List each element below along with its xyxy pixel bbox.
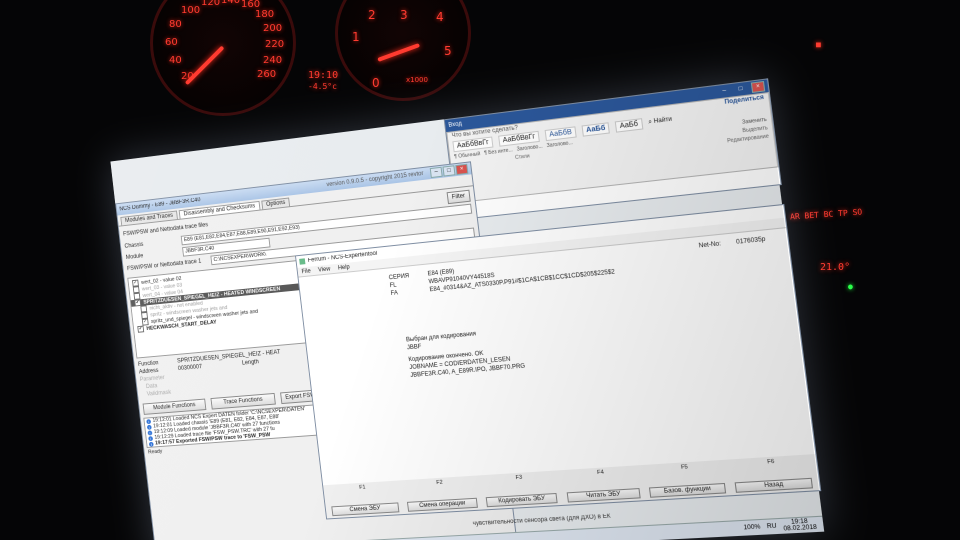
photo-scene: 20 40 60 80 100 120 140 160 180 200 220 … bbox=[0, 0, 960, 540]
fkey-f3: F3 Кодировать ЭБУ bbox=[480, 472, 562, 507]
filter-button[interactable]: Filter bbox=[446, 190, 471, 205]
minimize-icon[interactable]: – bbox=[430, 167, 443, 178]
language-indicator[interactable]: RU bbox=[767, 523, 777, 530]
word-window: Вход – □ × Что вы хотите сделать? Подели… bbox=[444, 78, 782, 220]
info-icon: i bbox=[146, 419, 151, 424]
speedo-tick: 180 bbox=[255, 9, 274, 20]
speedo-tick: 120 bbox=[201, 0, 220, 8]
fkey-f1: F1 Смена ЭБУ bbox=[325, 482, 403, 516]
info-icon: i bbox=[147, 424, 152, 429]
tacho-tick: 1 bbox=[352, 30, 360, 44]
clock-readout: 19:10 bbox=[308, 70, 338, 81]
laptop-screen: Вход – □ × Что вы хотите сделать? Подели… bbox=[110, 79, 824, 540]
data-label: Data bbox=[146, 383, 158, 390]
change-ecu-button[interactable]: Смена ЭБУ bbox=[331, 502, 399, 516]
tacho-tick: 3 bbox=[400, 8, 408, 22]
fkey-f5: F5 Базов. функции bbox=[643, 462, 730, 498]
tacho-tick: 0 bbox=[372, 76, 380, 90]
menu-help[interactable]: Help bbox=[338, 264, 350, 271]
app-icon bbox=[299, 258, 305, 264]
close-icon[interactable]: × bbox=[751, 81, 765, 93]
fkey-f2: F2 Смена операции bbox=[401, 477, 481, 511]
maximize-icon[interactable]: □ bbox=[735, 84, 747, 94]
tachometer: 0 1 2 3 4 5 x1000 bbox=[335, 0, 471, 101]
checkbox[interactable]: ✓ bbox=[137, 326, 144, 333]
clock-date: 08.02.2018 bbox=[783, 525, 817, 533]
speedo-tick: 240 bbox=[263, 55, 282, 66]
maximize-icon[interactable]: □ bbox=[442, 165, 455, 176]
indicator-light: ● bbox=[848, 282, 853, 291]
tacho-needle bbox=[377, 43, 420, 62]
module-functions-button[interactable]: Module Functions bbox=[143, 399, 207, 415]
info-icon: i bbox=[148, 436, 153, 441]
info-icon: i bbox=[149, 441, 154, 446]
speedo-tick: 140 bbox=[221, 0, 240, 6]
zoom-readout: 100% bbox=[743, 524, 761, 531]
climate-temp: 21.0° bbox=[820, 262, 850, 273]
find-button[interactable]: ⌕ Найти bbox=[648, 117, 672, 127]
fkey-f6: F6 Назад bbox=[728, 456, 818, 493]
tacho-tick: 4 bbox=[436, 10, 444, 24]
change-operation-button[interactable]: Смена операции bbox=[407, 498, 477, 512]
speedo-tick: 60 bbox=[165, 37, 178, 48]
menu-view[interactable]: View bbox=[318, 266, 331, 273]
indicator-light: ■ bbox=[816, 40, 821, 49]
read-ecu-button[interactable]: Читать ЭБУ bbox=[566, 488, 640, 503]
code-ecu-button[interactable]: Кодировать ЭБУ bbox=[486, 493, 558, 507]
back-button[interactable]: Назад bbox=[735, 478, 814, 493]
speedo-tick: 80 bbox=[169, 19, 182, 30]
info-icon: i bbox=[147, 430, 152, 435]
tacho-tick: 5 bbox=[444, 44, 452, 58]
signin-link[interactable]: Вход bbox=[448, 121, 462, 129]
basic-functions-button[interactable]: Базов. функции bbox=[649, 483, 726, 498]
menu-file[interactable]: File bbox=[301, 268, 311, 275]
speedo-tick: 200 bbox=[263, 23, 282, 34]
outside-temp-readout: -4.5°c bbox=[308, 82, 337, 91]
speedo-needle bbox=[185, 46, 225, 86]
close-icon[interactable]: × bbox=[455, 164, 468, 175]
speedometer: 20 40 60 80 100 120 140 160 180 200 220 … bbox=[150, 0, 296, 116]
tacho-tick: 2 bbox=[368, 8, 376, 22]
trace-functions-button[interactable]: Trace Functions bbox=[210, 393, 275, 410]
fkey-f4: F4 Читать ЭБУ bbox=[560, 467, 645, 503]
speedo-tick: 220 bbox=[265, 39, 284, 50]
ferrum-window: Ferrum - NCS-Expertentool File View Help… bbox=[295, 204, 821, 520]
climate-display: AR BET BC TP SO bbox=[790, 207, 863, 221]
speedo-tick: 100 bbox=[181, 5, 200, 16]
speedo-tick: 40 bbox=[169, 55, 182, 66]
clock[interactable]: 19:18 08.02.2018 bbox=[782, 518, 817, 532]
validmask-label: Validmask bbox=[147, 390, 172, 398]
tacho-unit: x1000 bbox=[406, 76, 428, 84]
minimize-icon[interactable]: – bbox=[718, 86, 730, 96]
speedo-tick: 260 bbox=[257, 69, 276, 80]
